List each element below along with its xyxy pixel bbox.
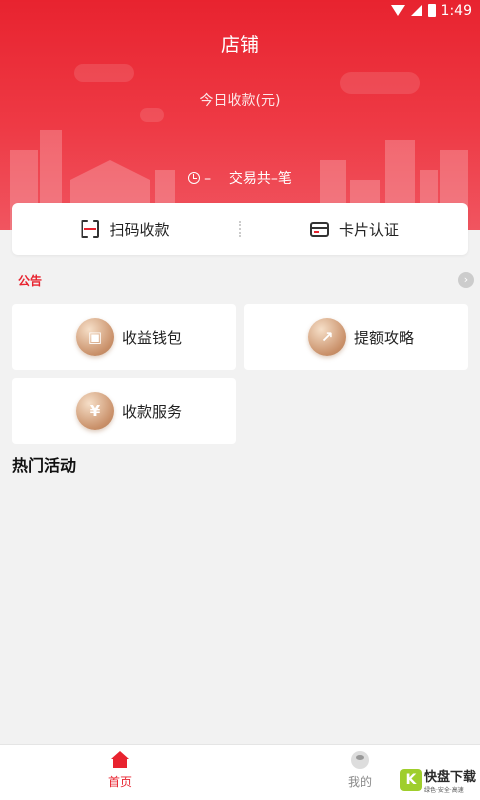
trade-summary: – 交易共–笔 xyxy=(0,168,480,188)
scan-pay-button[interactable]: 扫码收款 xyxy=(12,219,239,240)
page-title: 店铺 xyxy=(220,34,259,56)
tab-home-label: 首页 xyxy=(107,775,132,789)
tile-label: 收款服务 xyxy=(122,402,183,421)
scan-pay-label: 扫码收款 xyxy=(109,220,170,239)
notice-bar[interactable]: 公告 › xyxy=(18,270,474,292)
trade-count: 交易共–笔 xyxy=(228,171,292,187)
tab-mine-label: 我的 xyxy=(347,775,372,789)
quick-actions-card: 扫码收款 卡片认证 xyxy=(12,203,468,255)
home-icon xyxy=(110,751,130,769)
watermark-logo: K 快盘下载绿色·安全·高速 xyxy=(399,766,476,794)
trade-amount: – xyxy=(204,171,212,187)
card-verify-button[interactable]: 卡片认证 xyxy=(241,219,468,240)
trend-chart-icon: ↗ xyxy=(308,318,346,356)
watermark-subtext: 绿色·安全·高速 xyxy=(423,787,464,794)
tile-label: 收益钱包 xyxy=(122,328,183,347)
wifi-icon xyxy=(391,5,405,16)
notice-tag: 公告 xyxy=(18,274,43,288)
user-avatar-icon xyxy=(351,751,369,769)
yuan-hand-icon: ¥ xyxy=(76,392,114,430)
card-verify-label: 卡片认证 xyxy=(338,220,399,239)
status-time: 1:49 xyxy=(440,3,472,19)
watermark-k-icon: K xyxy=(399,769,422,791)
signal-icon xyxy=(411,5,422,16)
tab-home[interactable]: 首页 xyxy=(80,751,160,790)
tile-payment-service[interactable]: ¥ 收款服务 xyxy=(12,378,236,444)
tile-limit-guide[interactable]: ↗ 提额攻略 xyxy=(244,304,468,370)
bottom-tab-bar: 首页 我的 K 快盘下载绿色·安全·高速 xyxy=(0,744,480,800)
tile-label: 提额攻略 xyxy=(354,328,415,347)
chevron-right-icon[interactable]: › xyxy=(458,272,474,288)
status-bar: 1:49 xyxy=(0,0,480,24)
watermark-text: 快盘下载 xyxy=(423,770,476,785)
today-income-label: 今日收款(元) xyxy=(199,93,281,109)
clock-icon xyxy=(188,172,201,184)
scan-icon xyxy=(81,220,99,238)
battery-icon xyxy=(428,4,436,17)
wallet-icon: ▣ xyxy=(76,318,114,356)
tile-income-wallet[interactable]: ▣ 收益钱包 xyxy=(12,304,236,370)
hot-activities-title: 热门活动 xyxy=(12,456,77,475)
credit-card-icon xyxy=(309,221,329,237)
header-banner: 1:49 店铺 今日收款(元) – 交易共–笔 xyxy=(0,0,480,230)
tab-mine[interactable]: 我的 xyxy=(320,751,400,790)
